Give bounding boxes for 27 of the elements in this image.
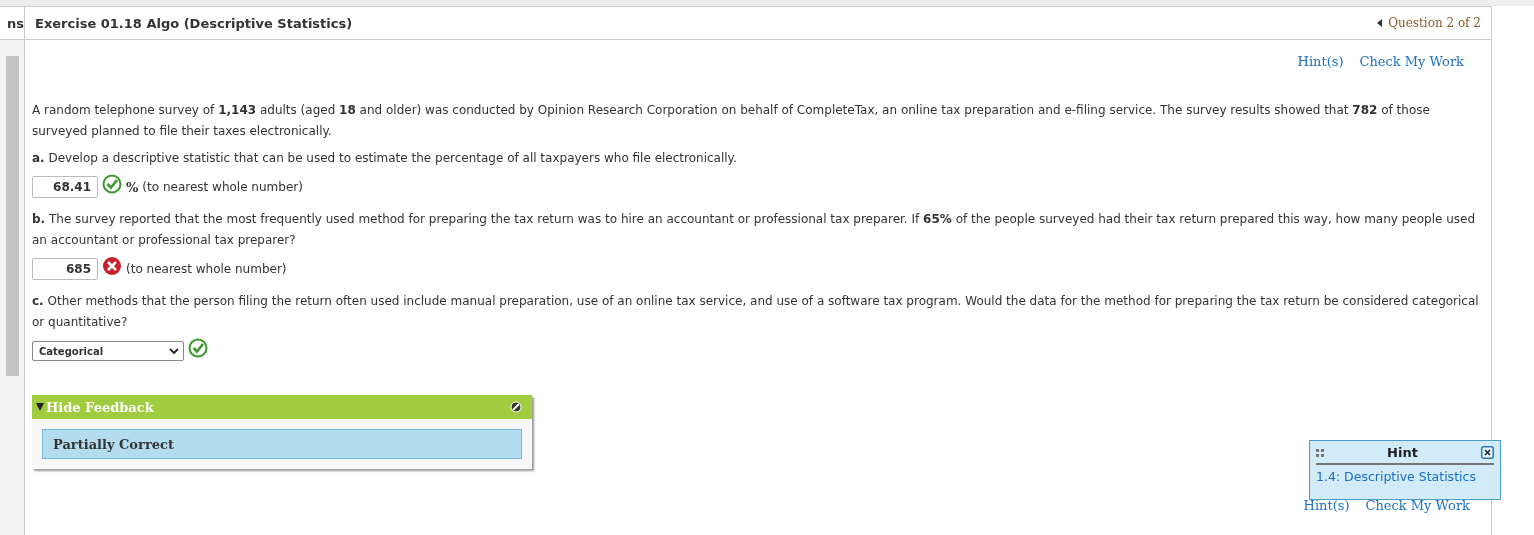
question-text: c. Other methods that the person filing the return often used include manual preparation, use of an online tax service, and use of a software tax program. Would the data for the method for preparing the tax return be considered categorical or quantitative? xyxy=(32,293,1480,331)
drag-handle-icon[interactable] xyxy=(1316,448,1324,457)
hint-title: Hint xyxy=(1387,445,1418,460)
caret-icon xyxy=(1377,19,1383,27)
scrollbar[interactable] xyxy=(5,56,19,376)
footer-link[interactable]: Hint(s) xyxy=(1303,498,1350,513)
answer-dropdown[interactable]: Categorical xyxy=(32,341,184,361)
question-nav-link[interactable]: Question 2 of 2 xyxy=(1377,16,1481,30)
close-icon[interactable] xyxy=(1481,446,1494,459)
exercise-title: Exercise 01.18 Algo (Descriptive Statistics) xyxy=(35,15,353,31)
answer-hint: (to nearest whole number) xyxy=(142,180,303,194)
answer-field[interactable]: 685 xyxy=(32,258,98,280)
question-text: b. The survey reported that the most frequently used method for preparing the tax return was to hire an accountant or professional tax preparer. If 65% of the people surveyed had their tax return prepared this way, how many people used an accountant or professional tax preparer? xyxy=(32,211,1477,249)
header-link[interactable]: Check My Work xyxy=(1359,54,1464,80)
sidebar-header: ns xyxy=(7,15,24,31)
unit-label: % xyxy=(126,179,139,195)
chevron-down-icon xyxy=(169,347,179,355)
feedback-result: Partially Correct xyxy=(42,429,522,459)
answer-hint: (to nearest whole number) xyxy=(126,262,287,276)
pin-icon[interactable] xyxy=(510,401,522,413)
answer-field[interactable]: 68.41 xyxy=(32,176,98,198)
footer-link[interactable]: Check My Work xyxy=(1365,498,1470,513)
problem-text: A random telephone survey of 1,143 adults (aged 18 and older) was conducted by Opinion Research Corporation on behalf of CompleteTax, an online tax preparation and e-filing service. The survey results showed that 782 of those surveyed planned to file their taxes electronically. xyxy=(32,102,1431,140)
hint-topic-link[interactable]: 1.4: Descriptive Statistics xyxy=(1316,469,1494,484)
question-text: a. Develop a descriptive statistic that can be used to estimate the percentage of all taxpayers who file electronically. xyxy=(32,150,738,167)
header-link[interactable]: Hint(s) xyxy=(1297,54,1344,80)
triangle-icon xyxy=(36,402,44,411)
